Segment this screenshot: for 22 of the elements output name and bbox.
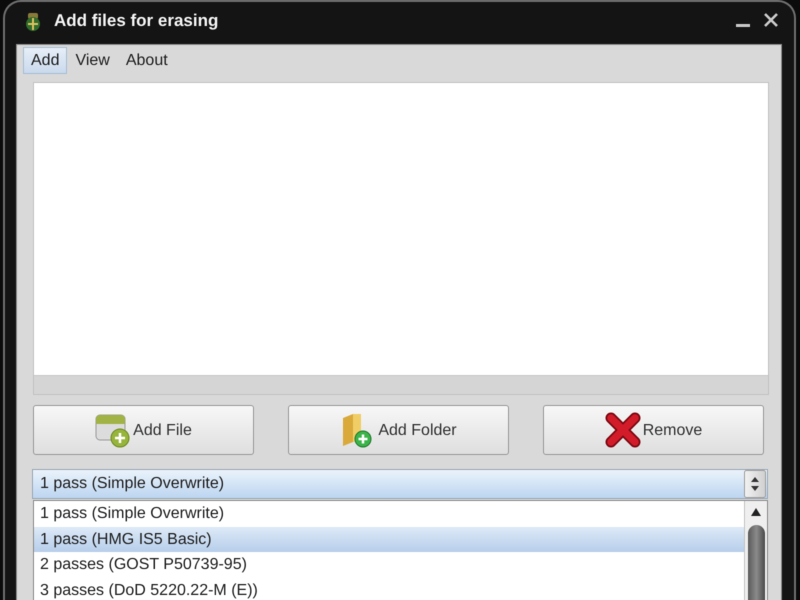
minimize-icon	[736, 24, 750, 27]
document-plus-icon	[95, 412, 132, 448]
dropdown-option[interactable]: 3 passes (DoD 5220.22-M (E))	[34, 578, 744, 600]
window-title: Add files for erasing	[54, 11, 218, 31]
close-icon	[764, 13, 778, 27]
add-file-button[interactable]: Add File	[33, 405, 254, 455]
menu-item[interactable]: View	[67, 47, 118, 74]
cross-icon	[604, 412, 641, 448]
dropdown-option[interactable]: 2 passes (GOST P50739-95)	[34, 552, 744, 578]
menu-item[interactable]: About	[118, 47, 176, 74]
add-folder-button[interactable]: Add Folder	[288, 405, 509, 455]
scrollbar-track[interactable]	[744, 501, 767, 600]
erase-method-dropdown[interactable]: 1 pass (Simple Overwrite)	[32, 469, 768, 499]
dropdown-option[interactable]: 1 pass (Simple Overwrite)	[34, 501, 744, 526]
scroll-up-icon[interactable]	[750, 507, 762, 517]
menu-item[interactable]: Add	[23, 47, 68, 74]
up-down-arrows-icon	[744, 470, 766, 498]
app-icon	[23, 12, 43, 32]
close-button[interactable]	[762, 11, 780, 29]
scrollbar-thumb[interactable]	[748, 525, 764, 600]
remove-button[interactable]: Remove	[543, 405, 764, 455]
dropdown-option[interactable]: 1 pass (HMG IS5 Basic)	[34, 526, 744, 552]
